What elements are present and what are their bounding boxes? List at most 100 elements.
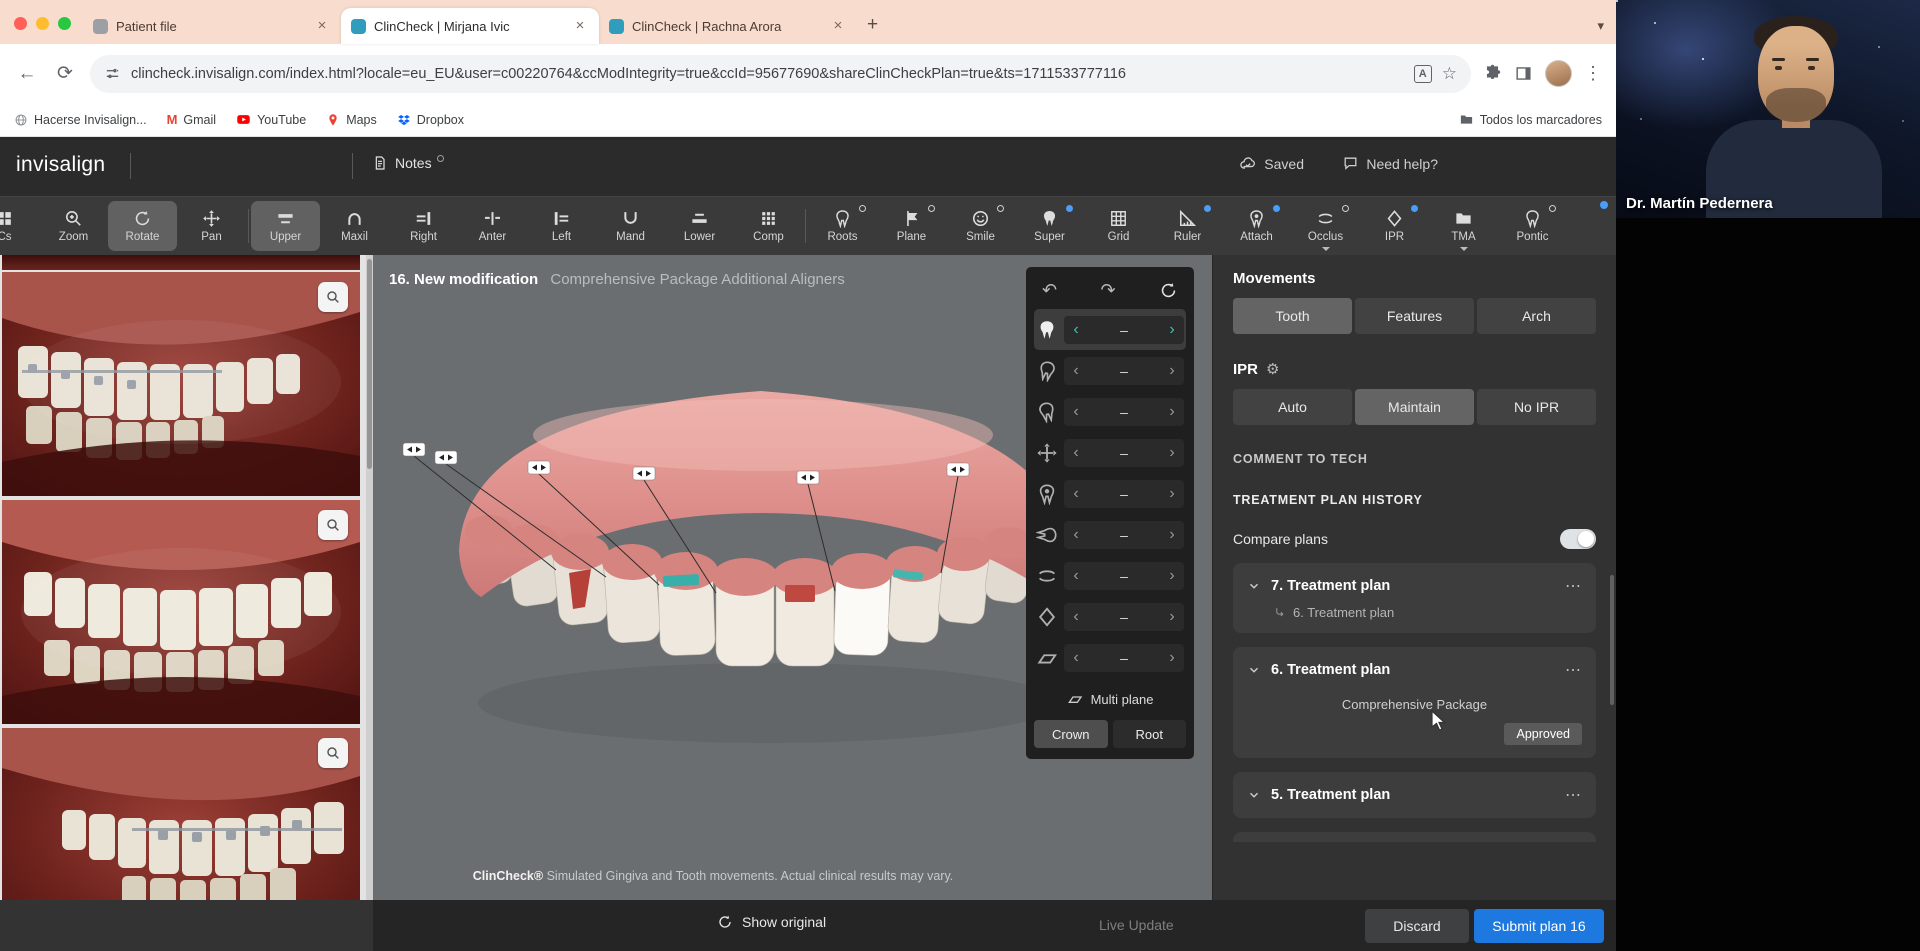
zoom-photo-icon[interactable] — [318, 510, 348, 540]
model-viewport[interactable]: 16. New modification Comprehensive Packa… — [373, 255, 1212, 900]
movement-value[interactable]: – — [1088, 650, 1160, 666]
intraoral-photo-left[interactable] — [2, 272, 360, 496]
tool-super[interactable]: Super — [1015, 200, 1084, 252]
movement-value[interactable]: – — [1088, 404, 1160, 420]
chevron-down-icon[interactable] — [1247, 788, 1261, 802]
tool-left[interactable]: Left — [527, 200, 596, 252]
tool-pontic[interactable]: Pontic — [1498, 200, 1567, 252]
side-panel-icon[interactable] — [1514, 64, 1533, 83]
root-button[interactable]: Root — [1113, 720, 1187, 748]
compare-plans-toggle[interactable] — [1560, 529, 1596, 549]
ipr-maintain-button[interactable]: Maintain — [1355, 389, 1474, 425]
increase-icon[interactable]: › — [1160, 485, 1184, 503]
discard-button[interactable]: Discard — [1365, 909, 1469, 943]
tool-smile[interactable]: Smile — [946, 200, 1015, 252]
zoom-photo-icon[interactable] — [318, 738, 348, 768]
movement-value[interactable]: – — [1088, 527, 1160, 543]
decrease-icon[interactable]: ‹ — [1064, 444, 1088, 462]
tool-zoom[interactable]: Zoom — [39, 200, 108, 252]
photo-panel-scrollbar[interactable] — [366, 255, 373, 900]
tool-roots[interactable]: Roots — [808, 200, 877, 252]
ipr-auto-button[interactable]: Auto — [1233, 389, 1352, 425]
crown-button[interactable]: Crown — [1034, 720, 1108, 748]
undo-icon[interactable]: ↶ — [1042, 280, 1057, 301]
tab-patient-file[interactable]: Patient file × — [83, 8, 341, 44]
live-update-button[interactable]: Live Update — [1099, 917, 1174, 933]
plan-card-7[interactable]: 7. Treatment plan ⋯ 6. Treatment plan — [1233, 563, 1596, 633]
tab-strip-chevron-icon[interactable]: ▾ — [1597, 18, 1604, 34]
movement-value[interactable]: – — [1088, 445, 1160, 461]
bookmark-hacerse-invisalign[interactable]: Hacerse Invisalign... — [14, 113, 147, 127]
movement-value[interactable]: – — [1088, 363, 1160, 379]
treatment-plan-history-section[interactable]: TREATMENT PLAN HISTORY — [1233, 493, 1596, 507]
tool-ruler[interactable]: Ruler — [1153, 200, 1222, 252]
tab-clincheck-mirjana[interactable]: ClinCheck | Mirjana Ivic × — [341, 8, 599, 44]
notes-button[interactable]: Notes — [372, 155, 444, 171]
bookmark-gmail[interactable]: M Gmail — [167, 112, 217, 127]
chevron-down-icon[interactable] — [1247, 579, 1261, 593]
browser-menu-icon[interactable]: ⋮ — [1584, 63, 1602, 84]
plan-more-menu-icon[interactable]: ⋯ — [1565, 576, 1582, 596]
mode-arch-button[interactable]: Arch — [1477, 298, 1596, 334]
reset-view-icon[interactable] — [1159, 281, 1178, 300]
movement-value[interactable]: – — [1088, 486, 1160, 502]
movement-value[interactable]: – — [1088, 322, 1160, 338]
increase-icon[interactable]: › — [1160, 526, 1184, 544]
tool-maxil[interactable]: Maxil — [320, 200, 389, 252]
increase-icon[interactable]: › — [1160, 444, 1184, 462]
scrollbar-thumb[interactable] — [367, 259, 372, 469]
movement-value[interactable]: – — [1088, 609, 1160, 625]
ipr-settings-gear-icon[interactable]: ⚙ — [1266, 360, 1279, 378]
redo-icon[interactable]: ↷ — [1101, 280, 1116, 301]
bookmark-star-icon[interactable]: ☆ — [1442, 64, 1457, 84]
need-help-button[interactable]: Need help? — [1342, 155, 1438, 172]
increase-icon[interactable]: › — [1160, 403, 1184, 421]
tool-tma[interactable]: TMA — [1429, 200, 1498, 252]
close-tab-icon[interactable]: × — [571, 17, 589, 35]
tool-cs[interactable]: Cs — [0, 200, 39, 252]
decrease-icon[interactable]: ‹ — [1064, 403, 1088, 421]
tool-grid[interactable]: Grid — [1084, 200, 1153, 252]
tool-plane[interactable]: Plane — [877, 200, 946, 252]
right-panel-scrollbar[interactable] — [1610, 575, 1614, 705]
tool-rotate[interactable]: Rotate — [108, 201, 177, 251]
intraoral-photo-right[interactable] — [2, 728, 360, 900]
increase-icon[interactable]: › — [1160, 362, 1184, 380]
decrease-icon[interactable]: ‹ — [1064, 485, 1088, 503]
mode-tooth-button[interactable]: Tooth — [1233, 298, 1352, 334]
close-tab-icon[interactable]: × — [313, 17, 331, 35]
decrease-icon[interactable]: ‹ — [1064, 608, 1088, 626]
plan-more-menu-icon[interactable]: ⋯ — [1565, 660, 1582, 680]
tool-lower[interactable]: Lower — [665, 200, 734, 252]
tool-right[interactable]: Right — [389, 200, 458, 252]
plan-card-6[interactable]: 6. Treatment plan ⋯ Comprehensive Packag… — [1233, 647, 1596, 758]
decrease-icon[interactable]: ‹ — [1064, 321, 1088, 339]
bookmark-maps[interactable]: Maps — [326, 113, 377, 127]
increase-icon[interactable]: › — [1160, 567, 1184, 585]
back-icon[interactable]: ← — [14, 63, 40, 85]
show-original-button[interactable]: Show original — [717, 914, 826, 930]
linked-plan-item[interactable]: 6. Treatment plan — [1273, 605, 1582, 620]
site-settings-icon[interactable] — [104, 65, 121, 82]
increase-icon[interactable]: › — [1160, 321, 1184, 339]
bookmark-youtube[interactable]: YouTube — [236, 112, 306, 127]
tool-ipr[interactable]: IPR — [1360, 200, 1429, 252]
address-bar[interactable]: clincheck.invisalign.com/index.html?loca… — [90, 55, 1471, 93]
tool-mand[interactable]: Mand — [596, 200, 665, 252]
comment-to-tech-section[interactable]: COMMENT TO TECH — [1233, 452, 1596, 466]
tool-upper[interactable]: Upper — [251, 201, 320, 251]
window-minimize-button[interactable] — [36, 17, 49, 30]
plan-card-5[interactable]: 5. Treatment plan ⋯ — [1233, 772, 1596, 818]
intraoral-photo-partial[interactable] — [2, 255, 360, 270]
bookmark-dropbox[interactable]: Dropbox — [397, 113, 464, 127]
all-bookmarks-button[interactable]: Todos los marcadores — [1459, 112, 1602, 127]
reload-icon[interactable]: ⟳ — [52, 62, 78, 85]
attachment-marker[interactable] — [663, 574, 700, 587]
decrease-icon[interactable]: ‹ — [1064, 526, 1088, 544]
close-tab-icon[interactable]: × — [829, 17, 847, 35]
plan-more-menu-icon[interactable]: ⋯ — [1565, 785, 1582, 805]
tab-clincheck-rachna[interactable]: ClinCheck | Rachna Arora × — [599, 8, 857, 44]
chevron-down-icon[interactable] — [1247, 663, 1261, 677]
mode-features-button[interactable]: Features — [1355, 298, 1474, 334]
tool-occlus[interactable]: Occlus — [1291, 200, 1360, 252]
